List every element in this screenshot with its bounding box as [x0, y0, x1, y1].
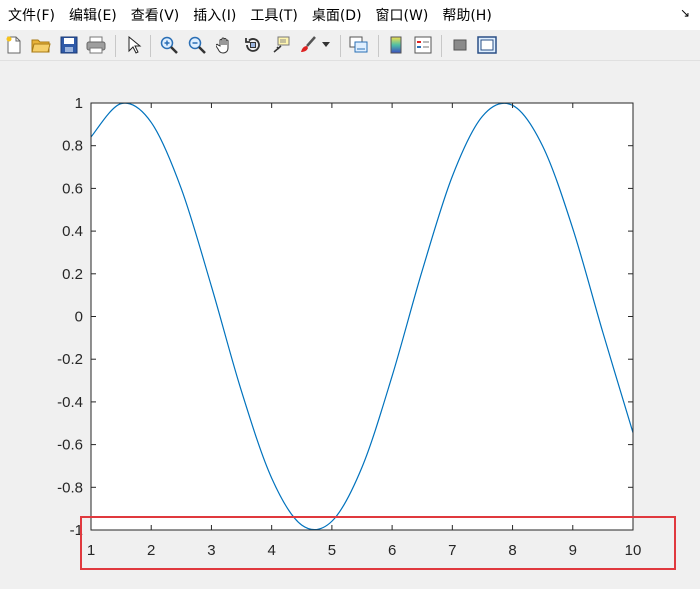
sine-plot[interactable]: 1 2 3 4 5 6 7 8 9 10 1 0.8 0.6 0.4 0.2 0 -0.2 -0.4 -0.6 -0.…: [0, 61, 700, 589]
zoom-in-icon[interactable]: [159, 35, 179, 55]
x-tick-label: 6: [388, 542, 396, 559]
menu-edit[interactable]: 编辑(E): [69, 5, 117, 25]
y-tick-label: 0.4: [62, 223, 83, 240]
menu-file[interactable]: 文件(F): [8, 5, 55, 25]
save-icon[interactable]: [59, 35, 79, 55]
figure-toolbar: [0, 30, 700, 61]
menu-view[interactable]: 查看(V): [131, 5, 180, 25]
pointer-icon[interactable]: [124, 35, 144, 55]
toolbar-separator: [378, 35, 379, 57]
y-tick-label: -0.8: [57, 479, 83, 496]
x-tick-label: 3: [207, 542, 215, 559]
menu-desktop[interactable]: 桌面(D): [312, 5, 362, 25]
toolbar-separator: [340, 35, 341, 57]
open-folder-icon[interactable]: [31, 35, 51, 55]
x-tick-label: 1: [87, 542, 95, 559]
data-cursor-icon[interactable]: [271, 35, 291, 55]
x-tick-label: 2: [147, 542, 155, 559]
menu-insert[interactable]: 插入(I): [193, 5, 236, 25]
x-tick-label: 8: [508, 542, 516, 559]
pan-hand-icon[interactable]: [215, 35, 235, 55]
x-tick-label: 10: [625, 542, 642, 559]
y-tick-label: 0: [75, 309, 83, 326]
rotate-3d-icon[interactable]: [243, 35, 263, 55]
toolbar-separator: [150, 35, 151, 57]
x-tick-label: 7: [448, 542, 456, 559]
hide-plot-tools-icon[interactable]: [450, 35, 470, 55]
zoom-out-icon[interactable]: [187, 35, 207, 55]
y-tick-label: 0.8: [62, 138, 83, 155]
y-tick-label: -0.2: [57, 351, 83, 368]
menu-tools[interactable]: 工具(T): [250, 5, 297, 25]
undock-arrow-icon[interactable]: ↘: [680, 6, 690, 20]
y-tick-label: -1: [70, 522, 83, 539]
menu-window[interactable]: 窗口(W): [376, 5, 429, 25]
legend-icon[interactable]: [413, 35, 433, 55]
toolbar-separator: [441, 35, 442, 57]
x-tick-label: 5: [328, 542, 336, 559]
y-tick-label: 1: [75, 95, 83, 112]
show-plot-tools-icon[interactable]: [477, 35, 497, 55]
x-tick-label: 9: [569, 542, 577, 559]
link-plot-icon[interactable]: [349, 35, 369, 55]
y-tick-label: -0.6: [57, 437, 83, 454]
y-tick-label: -0.4: [57, 394, 83, 411]
toolbar-separator: [115, 35, 116, 57]
brush-icon[interactable]: [298, 35, 318, 55]
print-icon[interactable]: [86, 35, 106, 55]
figure-canvas[interactable]: 1 2 3 4 5 6 7 8 9 10 1 0.8 0.6 0.4 0.2 0 -0.2 -0.4 -0.6 -0.…: [0, 61, 700, 589]
menu-bar: 文件(F) 编辑(E) 查看(V) 插入(I) 工具(T) 桌面(D) 窗口(W…: [0, 0, 700, 30]
new-file-icon[interactable]: [4, 35, 24, 55]
y-tick-label: 0.6: [62, 180, 83, 197]
y-tick-label: 0.2: [62, 266, 83, 283]
brush-dropdown-icon[interactable]: [320, 35, 332, 55]
menu-help[interactable]: 帮助(H): [442, 5, 491, 25]
colorbar-icon[interactable]: [386, 35, 406, 55]
x-tick-label: 4: [267, 542, 275, 559]
